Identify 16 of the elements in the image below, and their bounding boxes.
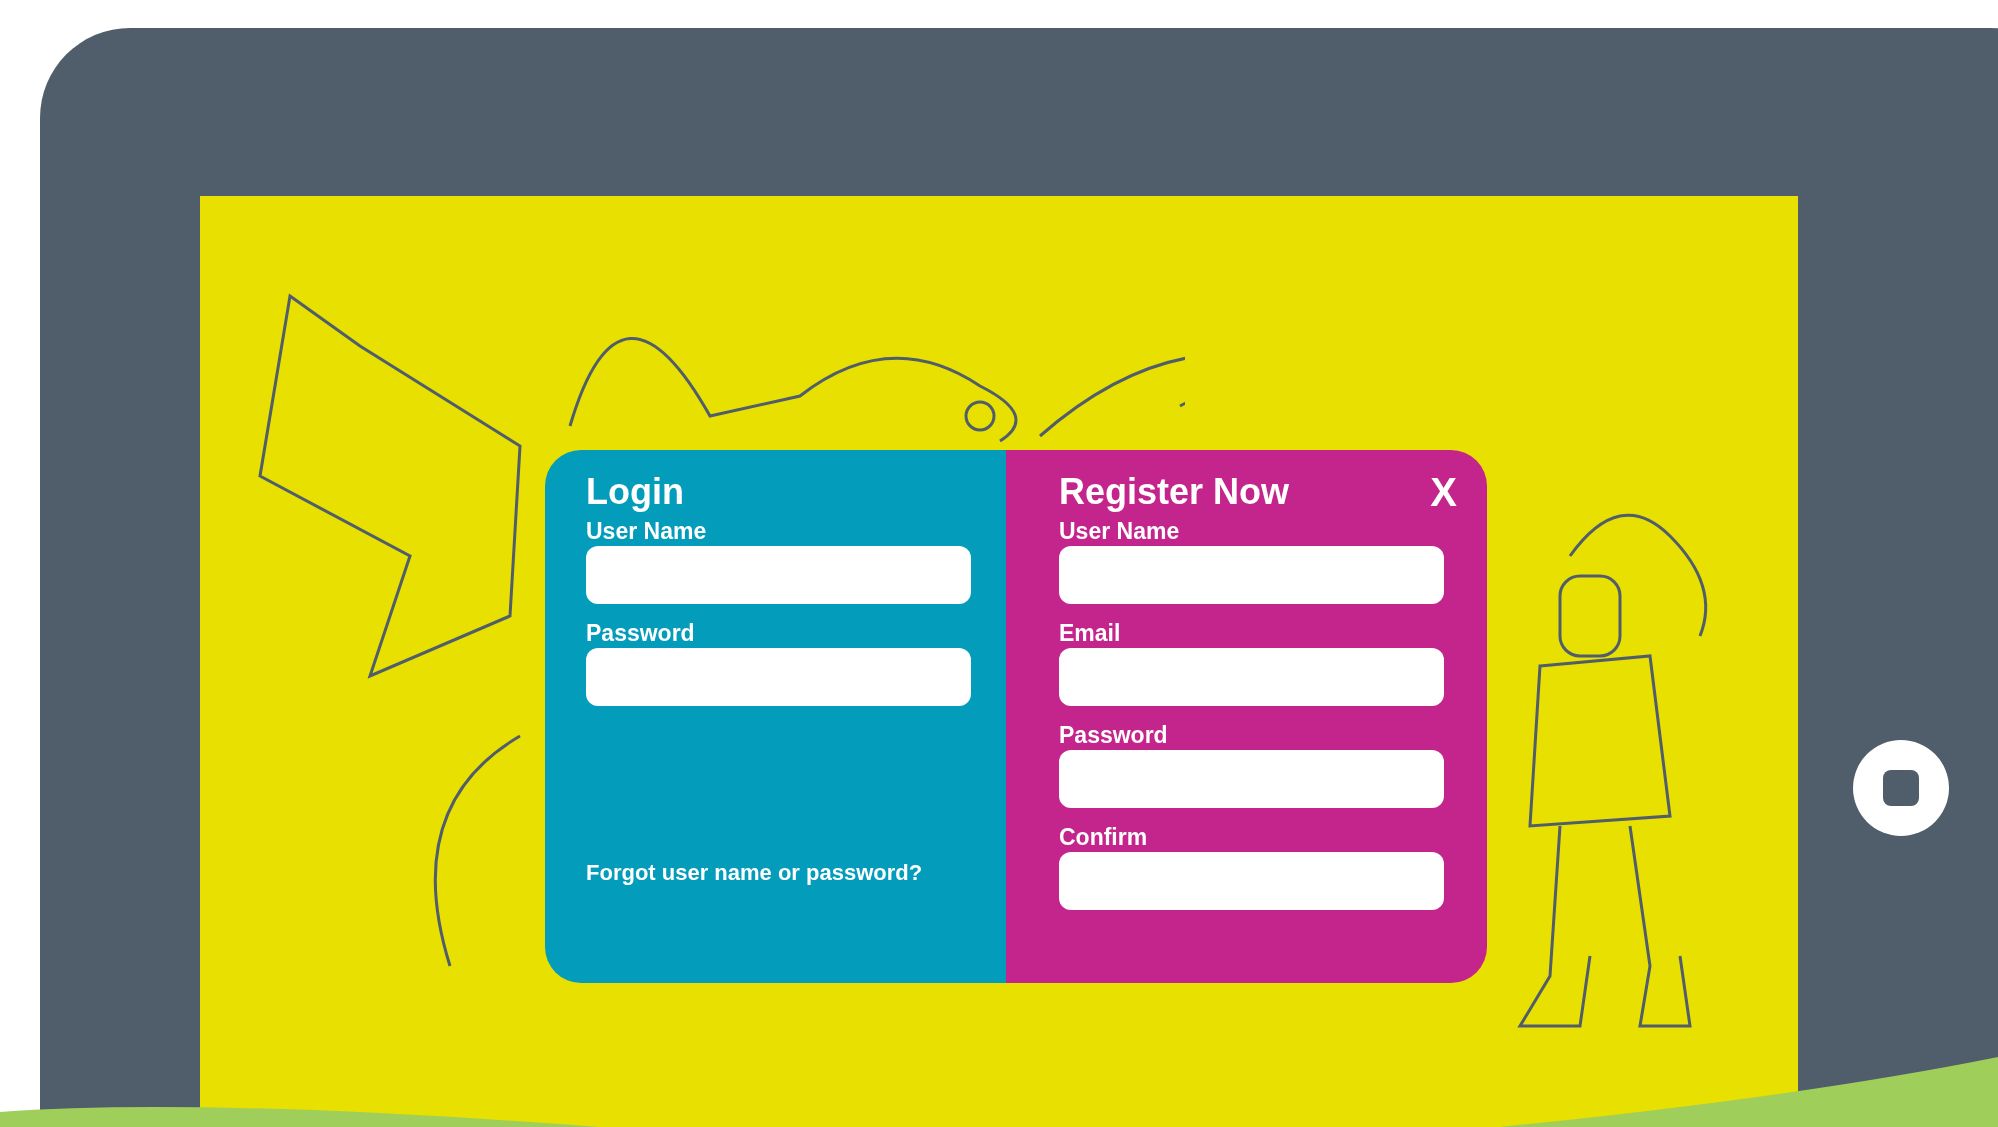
input-field[interactable] xyxy=(586,546,971,604)
input-field[interactable] xyxy=(1059,852,1444,910)
forgot-password-link[interactable]: Forgot user name or password? xyxy=(586,856,1006,889)
field-label: Password xyxy=(1059,721,1169,750)
login-title: Login xyxy=(586,470,685,514)
field-label: Password xyxy=(586,619,696,648)
field-label: User Name xyxy=(586,517,708,546)
register-title: Register Now xyxy=(1059,470,1290,514)
input-field[interactable] xyxy=(1059,648,1444,706)
field-label: Confirm xyxy=(1059,823,1149,852)
field-label: User Name xyxy=(1059,517,1181,546)
input-field[interactable] xyxy=(1059,546,1444,604)
field-label: Email xyxy=(1059,619,1122,648)
input-field[interactable] xyxy=(586,648,971,706)
close-button[interactable]: X xyxy=(1430,472,1457,512)
input-field[interactable] xyxy=(1059,750,1444,808)
